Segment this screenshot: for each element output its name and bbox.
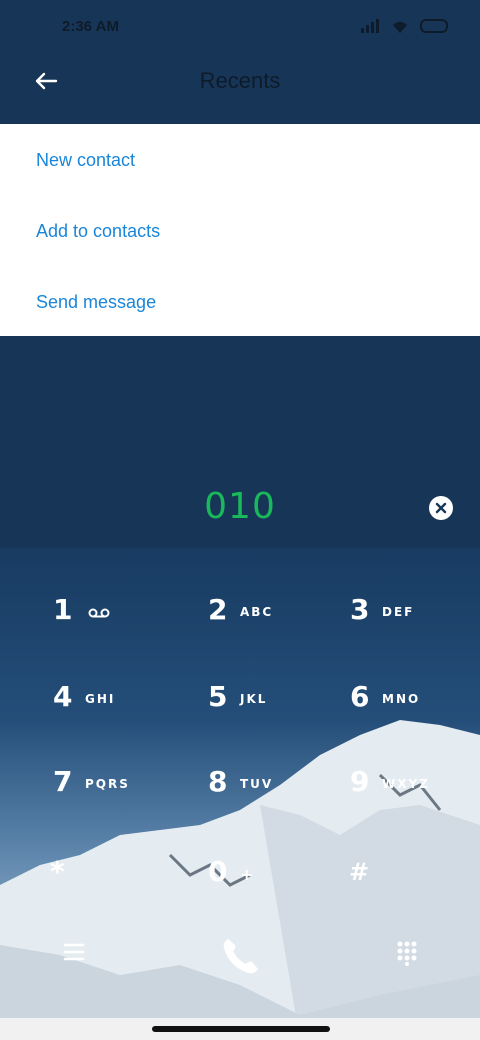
menu-item-add-to-contacts[interactable]: Add to contacts [36,221,160,242]
key-3[interactable]: 3 DEF [350,593,480,653]
app-header: Recents [0,56,480,124]
key-6[interactable]: 6 MNO [350,680,480,740]
clear-number-button[interactable] [429,496,453,520]
dialed-number: 010 [204,486,276,527]
key-8[interactable]: 8 TUV [208,765,348,825]
battery-icon [420,19,448,33]
key-star[interactable]: * [50,855,190,915]
wifi-icon [393,22,407,33]
menu-item-send-message[interactable]: Send message [36,292,156,313]
system-nav-bar [0,1018,480,1040]
key-2[interactable]: 2 ABC [208,593,348,653]
menu-icon[interactable] [63,942,85,962]
key-hash[interactable]: # [349,858,480,918]
status-time: 2:36 AM [62,18,119,35]
signal-icon [361,19,379,33]
dialer-bottom-bar [0,930,480,990]
key-5[interactable]: 5 JKL [208,680,348,740]
call-icon[interactable] [219,934,263,978]
close-icon [435,502,447,514]
status-bar: 2:36 AM [0,0,480,56]
key-1[interactable]: 1 [53,593,193,653]
key-0[interactable]: 0 + [208,855,348,915]
key-4[interactable]: 4 GHI [53,680,193,740]
dial-display: 010 [0,336,480,548]
home-gesture-pill[interactable] [152,1026,330,1032]
key-9[interactable]: 9 WXYZ [350,765,480,825]
dialpad-icon[interactable] [396,940,418,966]
context-menu: New contact Add to contacts Send message [0,124,480,336]
key-7[interactable]: 7 PQRS [53,765,193,825]
page-title: Recents [199,68,281,93]
menu-item-new-contact[interactable]: New contact [36,150,135,171]
voicemail-icon [88,608,110,618]
status-icons [360,18,450,34]
